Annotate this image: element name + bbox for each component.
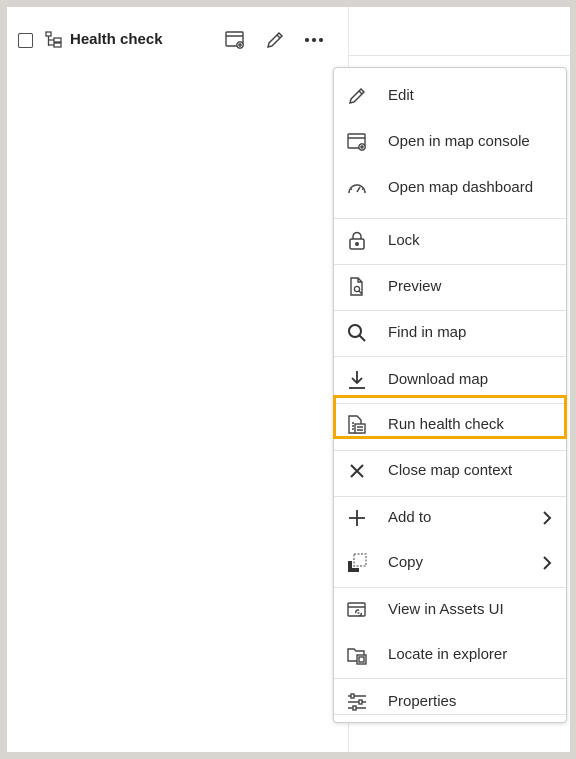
preview-icon [346, 276, 368, 298]
pencil-icon[interactable] [264, 29, 286, 51]
menu-item-label: Run health check [388, 416, 504, 433]
map-console-icon [346, 131, 368, 153]
menu-item-label: Download map [388, 371, 489, 388]
menu-item-label: Lock [388, 232, 420, 249]
lock-icon [346, 230, 368, 252]
menu-item-label: Find in map [388, 324, 467, 341]
menu-item-download-map[interactable]: Download map [334, 358, 566, 402]
gauge-icon [346, 177, 368, 199]
menu-item-edit[interactable]: Edit [334, 74, 566, 118]
menu-item-locate-in-explorer[interactable]: Locate in explorer [334, 633, 566, 677]
copy-icon [346, 552, 368, 574]
sliders-icon [346, 691, 368, 713]
plus-icon [346, 507, 368, 529]
map-console-icon[interactable] [224, 29, 246, 51]
menu-item-label: Open map dashboard [388, 179, 534, 196]
menu-separator [334, 678, 566, 679]
menu-separator [334, 356, 566, 357]
divider [349, 55, 570, 56]
menu-item-label: Open in map console [388, 133, 530, 150]
menu-separator [334, 714, 566, 715]
menu-item-label: Close map context [388, 462, 513, 479]
menu-item-properties[interactable]: Properties [334, 680, 566, 724]
menu-item-find-in-map[interactable]: Find in map [334, 311, 566, 355]
table-row[interactable]: Health check [7, 19, 337, 63]
health-check-icon [346, 414, 368, 436]
folder-locate-icon [346, 644, 368, 666]
chevron-right-icon [540, 555, 554, 571]
map-tree-icon [45, 31, 63, 49]
more-options-icon[interactable] [303, 29, 325, 51]
menu-item-label: Copy [388, 554, 424, 571]
menu-item-label: Preview [388, 278, 442, 295]
close-icon [346, 460, 368, 482]
menu-item-label: View in Assets UI [388, 601, 504, 618]
menu-item-copy[interactable]: Copy [334, 541, 566, 585]
search-icon [346, 322, 368, 344]
app-frame: Health check Edit Open in map console Op… [7, 7, 570, 752]
row-checkbox[interactable] [18, 33, 33, 48]
menu-item-open-map-dashboard[interactable]: Open map dashboard [334, 166, 566, 210]
menu-item-close-map-context[interactable]: Close map context [334, 449, 566, 493]
menu-item-lock[interactable]: Lock [334, 219, 566, 263]
menu-item-preview[interactable]: Preview [334, 265, 566, 309]
menu-item-open-in-map-console[interactable]: Open in map console [334, 120, 566, 164]
menu-item-label: Properties [388, 693, 457, 710]
assets-icon [346, 599, 368, 621]
pencil-icon [346, 85, 368, 107]
chevron-right-icon [540, 510, 554, 526]
menu-item-label: Edit [388, 87, 414, 104]
menu-item-label: Locate in explorer [388, 646, 508, 663]
row-title[interactable]: Health check [70, 31, 163, 48]
download-icon [346, 369, 368, 391]
menu-item-add-to[interactable]: Add to [334, 496, 566, 540]
context-menu: Edit Open in map console Open map dashbo… [333, 67, 567, 723]
menu-item-label: Add to [388, 509, 432, 526]
menu-item-run-health-check[interactable]: Run health check [334, 403, 566, 447]
menu-item-view-in-assets-ui[interactable]: View in Assets UI [334, 588, 566, 632]
